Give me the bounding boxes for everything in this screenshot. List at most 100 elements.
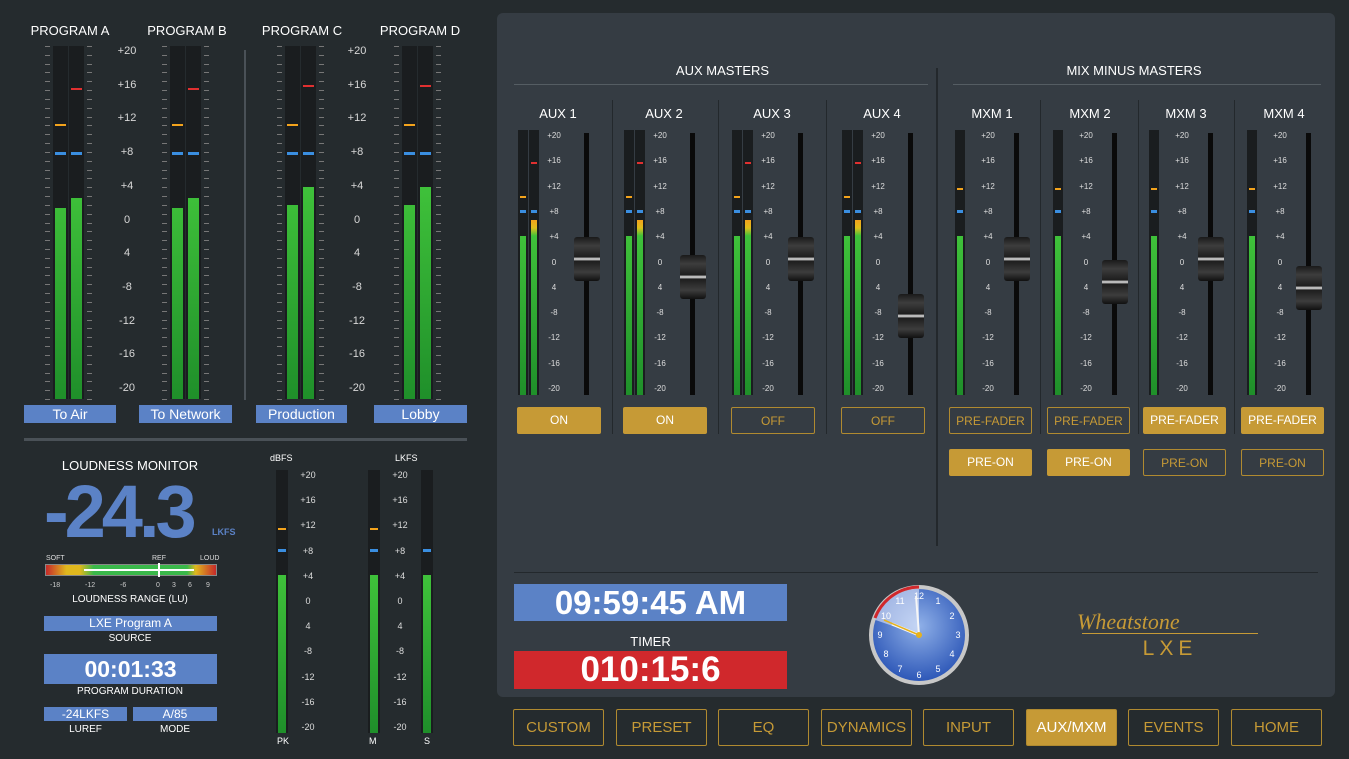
mxm-2-fader-knob[interactable] [1102, 260, 1128, 305]
svg-text:7: 7 [897, 664, 902, 674]
program-c-label[interactable]: Production [256, 405, 347, 423]
aux-4-title: AUX 4 [863, 106, 901, 121]
nav-input-button[interactable]: INPUT [923, 709, 1014, 746]
mxm-3-meter [1149, 130, 1159, 395]
aux-2-fader-knob[interactable] [680, 255, 706, 300]
mode-value[interactable]: A/85 [133, 707, 217, 721]
mxm-2-pre-on-button[interactable]: PRE-ON [1047, 449, 1130, 476]
aux-scale-label: +8 [655, 206, 665, 216]
dbfs-label: dBFS [270, 453, 293, 463]
nav-events-button[interactable]: EVENTS [1128, 709, 1219, 746]
aux-scale-label: +12 [761, 181, 775, 191]
nav-custom-button[interactable]: CUSTOM [513, 709, 604, 746]
aux-scale-label: +4 [655, 232, 665, 242]
meter-scale-label: -16 [349, 348, 365, 361]
aux-scale-label: -16 [872, 358, 884, 368]
meter-scale-label: -12 [349, 314, 365, 327]
loudness-scale-label: -8 [395, 646, 404, 657]
loudness-scale-label: 0 [305, 596, 311, 606]
nav-aux-mxm-button[interactable]: AUX/MXM [1026, 709, 1117, 746]
mxm-4-fader-knob[interactable] [1296, 265, 1322, 310]
meter-scale-label: +8 [120, 146, 134, 159]
aux-1-on-button[interactable]: ON [517, 407, 601, 434]
aux-4-meter-l [842, 130, 852, 395]
program-1-meter-left [170, 46, 185, 399]
aux-3-title: AUX 3 [753, 106, 791, 121]
aux-1-fader-knob[interactable] [574, 236, 600, 281]
aux-4-fader-track[interactable] [908, 133, 913, 395]
mxm-4-fader-track[interactable] [1306, 133, 1311, 395]
loudness-value: -24.3 [44, 470, 197, 553]
program-a-label[interactable]: To Air [24, 405, 116, 423]
mxm-3-pre-on-button[interactable]: PRE-ON [1143, 449, 1226, 476]
brand-name: Wheatstone [1077, 609, 1180, 634]
meter-scale-label: -8 [122, 280, 132, 293]
aux-masters-title: AUX MASTERS [675, 63, 770, 78]
mxm-1-pre-on-button[interactable]: PRE-ON [949, 449, 1032, 476]
nav-eq-button[interactable]: EQ [718, 709, 809, 746]
mxm-1-fader-knob[interactable] [1004, 236, 1030, 281]
source-label: SOURCE [108, 633, 152, 644]
aux-4-fader-knob[interactable] [898, 294, 924, 339]
mxm-scale-label: +20 [1175, 131, 1189, 140]
aux-scale-label: -20 [872, 384, 884, 393]
mxm-1-pre-fader-button[interactable]: PRE-FADER [949, 407, 1032, 434]
aux-4-on-button[interactable]: OFF [841, 407, 925, 434]
mxm-scale-label: +8 [1081, 206, 1091, 216]
aux-3-fader-knob[interactable] [788, 236, 814, 281]
svg-text:10: 10 [881, 611, 891, 621]
mxm-2-title: MXM 2 [1069, 106, 1111, 121]
aux-scale-label: -12 [762, 333, 774, 343]
program-b-title: PROGRAM B [147, 23, 227, 38]
ref-label: REF [152, 555, 166, 562]
mxm-2-pre-fader-button[interactable]: PRE-FADER [1047, 407, 1130, 434]
aux-scale-label: -16 [548, 358, 560, 368]
loudness-unit: LKFS [212, 527, 236, 537]
luref-value[interactable]: -24LKFS [44, 707, 127, 721]
aux-scale-label: 4 [765, 282, 771, 292]
program-1-meter-right [186, 46, 201, 399]
mxm-1-meter [955, 130, 965, 395]
mxm-4-title: MXM 4 [1263, 106, 1305, 121]
nav-dynamics-button[interactable]: DYNAMICS [821, 709, 912, 746]
loudness-scale-label: -12 [393, 671, 407, 682]
source-value[interactable]: LXE Program A [44, 616, 217, 631]
mxm-4-pre-on-button[interactable]: PRE-ON [1241, 449, 1324, 476]
nav-preset-button[interactable]: PRESET [616, 709, 707, 746]
program-duration-label: PROGRAM DURATION [77, 686, 183, 697]
meter-scale-label: +16 [347, 78, 367, 91]
aux-scale-label: -8 [764, 308, 772, 318]
aux-scale-label: -20 [762, 384, 774, 393]
mxm-3-fader-knob[interactable] [1198, 236, 1224, 281]
aux-scale-label: -20 [548, 384, 560, 393]
mxm-scale-label: -8 [1178, 308, 1186, 318]
meter-scale-label: +4 [350, 179, 364, 192]
svg-text:11: 11 [895, 596, 904, 606]
svg-text:9: 9 [877, 630, 882, 640]
aux-scale-label: +12 [653, 181, 667, 191]
program-d-label[interactable]: Lobby [374, 405, 467, 423]
nav-home-button[interactable]: HOME [1231, 709, 1322, 746]
aux-2-on-button[interactable]: ON [623, 407, 707, 434]
timer-value[interactable]: 010:15:6 [514, 651, 787, 689]
aux-scale-label: +16 [761, 156, 775, 166]
program-3-meter-left [402, 46, 417, 399]
aux-scale-label: -16 [762, 358, 774, 368]
loudness-scale-label: +16 [300, 495, 316, 506]
mxm-scale-label: -12 [1176, 333, 1188, 343]
aux-1-meter-l [518, 130, 528, 395]
svg-text:4: 4 [949, 649, 954, 659]
program-2-meter-right [301, 46, 316, 399]
aux-2-meter-l [624, 130, 634, 395]
mxm-scale-label: +8 [983, 206, 993, 216]
mxm-scale-label: +16 [981, 156, 995, 166]
mxm-scale-label: 4 [1083, 282, 1089, 292]
aux-scale-label: 0 [765, 257, 771, 267]
mxm-3-pre-fader-button[interactable]: PRE-FADER [1143, 407, 1226, 434]
program-b-label[interactable]: To Network [139, 405, 232, 423]
loudness-scale-label: -20 [393, 722, 407, 732]
aux-3-on-button[interactable]: OFF [731, 407, 815, 434]
mxm-scale-label: -16 [982, 358, 994, 368]
aux-scale-label: -8 [550, 308, 558, 318]
mxm-4-pre-fader-button[interactable]: PRE-FADER [1241, 407, 1324, 434]
